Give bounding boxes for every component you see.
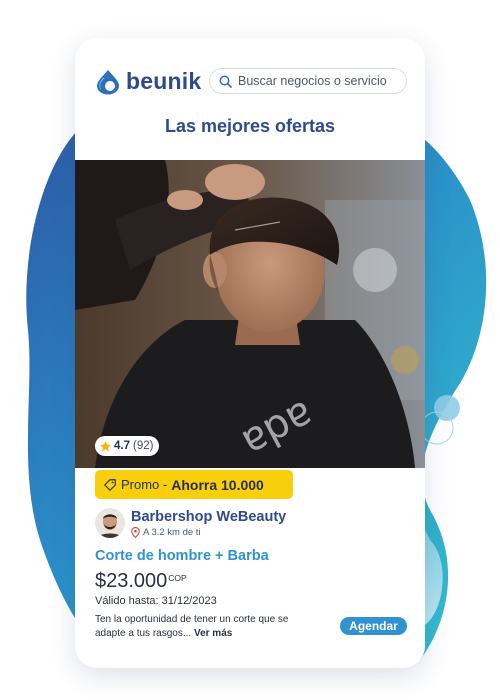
star-icon bbox=[100, 440, 111, 451]
rating-badge: 4.7 (92) bbox=[95, 436, 160, 456]
distance-text: A 3.2 km de ti bbox=[143, 526, 201, 538]
schedule-button[interactable]: Agendar bbox=[340, 617, 407, 635]
rating-value: 4.7 bbox=[114, 440, 130, 452]
beunik-logo-icon bbox=[97, 69, 119, 94]
business-distance: A 3.2 km de ti bbox=[131, 527, 286, 538]
promo-saving: Ahorra 10.000 bbox=[171, 476, 264, 493]
price: $23.000 COP bbox=[95, 570, 187, 593]
business-info[interactable]: Barbershop WeBeauty A 3.2 km de ti bbox=[95, 508, 286, 538]
search-placeholder: Buscar negocios o servicio bbox=[238, 74, 387, 88]
promo-banner: Promo - Ahorra 10.000 bbox=[95, 470, 293, 499]
offer-photo[interactable]: ɐpɐ bbox=[75, 160, 425, 468]
description-text: Ten la oportunidad de tener un corte que… bbox=[95, 614, 289, 639]
valid-until: Válido hasta: 31/12/2023 bbox=[95, 595, 217, 607]
app-header: beunik Buscar negocios o servicio bbox=[75, 38, 425, 118]
review-count: (92) bbox=[133, 440, 154, 452]
service-title[interactable]: Corte de hombre + Barba bbox=[95, 548, 269, 564]
offer-phone-card: beunik Buscar negocios o servicio Las me… bbox=[75, 38, 425, 668]
search-icon bbox=[219, 75, 232, 88]
section-title: Las mejores ofertas bbox=[164, 116, 336, 136]
see-more-link[interactable]: Ver más bbox=[194, 628, 232, 639]
tag-icon bbox=[104, 478, 116, 491]
price-value: $23.000 bbox=[95, 570, 168, 592]
price-currency: COP bbox=[168, 573, 187, 583]
promo-label: Promo - bbox=[121, 477, 168, 492]
brand-name: beunik bbox=[126, 68, 202, 94]
location-pin-icon bbox=[131, 526, 140, 538]
business-avatar bbox=[95, 508, 125, 538]
offer-description: Ten la oportunidad de tener un corte que… bbox=[95, 613, 290, 640]
business-name[interactable]: Barbershop WeBeauty bbox=[131, 509, 286, 525]
brand-logo[interactable]: beunik bbox=[95, 68, 201, 95]
search-input[interactable]: Buscar negocios o servicio bbox=[209, 68, 407, 94]
